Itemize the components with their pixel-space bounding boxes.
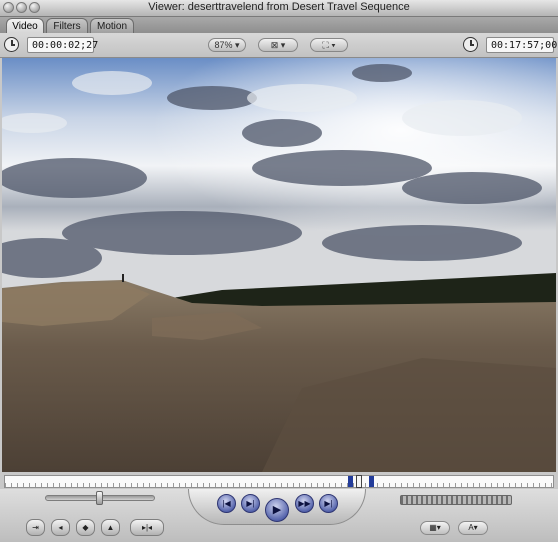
duration-timecode-field[interactable]: 00:17:57;00 <box>486 37 557 53</box>
play-icon[interactable]: ▶ <box>265 498 289 522</box>
generator-menu-icon[interactable]: ▦▾ <box>420 521 450 535</box>
video-frame[interactable] <box>2 58 556 472</box>
mark-clip-icon[interactable]: ▲ <box>101 519 120 536</box>
window-title: Viewer: deserttravelend from Desert Trav… <box>148 1 410 13</box>
clock-icon <box>463 37 478 52</box>
zoom-popup[interactable]: 87% ▾ <box>208 38 246 52</box>
previous-edit-icon[interactable]: |◀ <box>217 494 236 513</box>
text-menu-icon[interactable]: A▾ <box>458 521 488 535</box>
current-timecode-field[interactable]: 00:00:02;27 <box>27 37 98 53</box>
composite-popup[interactable]: ⛶ ▾ <box>310 38 348 52</box>
next-edit-icon[interactable]: ▶| <box>319 494 338 513</box>
transport-tray: |◀ ▶| ▶ ▶▶ ▶| <box>188 489 366 525</box>
chevron-down-icon: ▾ <box>280 40 286 50</box>
playhead[interactable] <box>356 475 362 488</box>
insert-clip-icon[interactable]: ⇥ <box>26 519 45 536</box>
viewer-toolbar: 00:00:02;27 87% ▾ ⊠ ▾ ⛶ ▾ 00:17:57;00 <box>0 33 558 58</box>
frame-menu-icon: ⛶ <box>322 40 329 50</box>
shuttle-knob[interactable] <box>96 491 103 505</box>
add-marker-icon[interactable]: ◆ <box>76 519 95 536</box>
play-in-to-out-icon[interactable]: ▶| <box>241 494 260 513</box>
view-popup[interactable]: ⊠ ▾ <box>258 38 298 52</box>
mark-in-out-icon[interactable]: ▸|◂ <box>130 519 164 536</box>
scrubber-bar[interactable] <box>4 475 554 488</box>
clock-icon <box>4 37 19 52</box>
title-bar[interactable]: Viewer: deserttravelend from Desert Trav… <box>0 0 558 17</box>
tab-filters[interactable]: Filters <box>46 18 88 33</box>
mark-in-icon[interactable]: ◂ <box>51 519 70 536</box>
overlay-menu-icon: ⊠ <box>270 40 279 50</box>
chevron-down-icon: ▾ <box>235 40 240 50</box>
transport-controls: |◀ ▶| ▶ ▶▶ ▶| ⇥ ◂ ◆ ▲ ▸|◂ ▦▾ A▾ <box>0 489 558 542</box>
zoom-label: 87% <box>214 40 233 50</box>
scrubber-ticks <box>5 483 553 487</box>
tab-video[interactable]: Video <box>6 18 44 33</box>
tab-bar: Video Filters Motion <box>0 17 558 33</box>
tab-motion[interactable]: Motion <box>90 18 134 33</box>
desert-landscape-image <box>2 58 556 472</box>
play-around-icon[interactable]: ▶▶ <box>295 494 314 513</box>
out-point-marker[interactable] <box>369 476 374 487</box>
chevron-down-icon: ▾ <box>331 40 336 50</box>
in-point-marker[interactable] <box>348 476 353 487</box>
jog-control[interactable] <box>400 495 512 505</box>
